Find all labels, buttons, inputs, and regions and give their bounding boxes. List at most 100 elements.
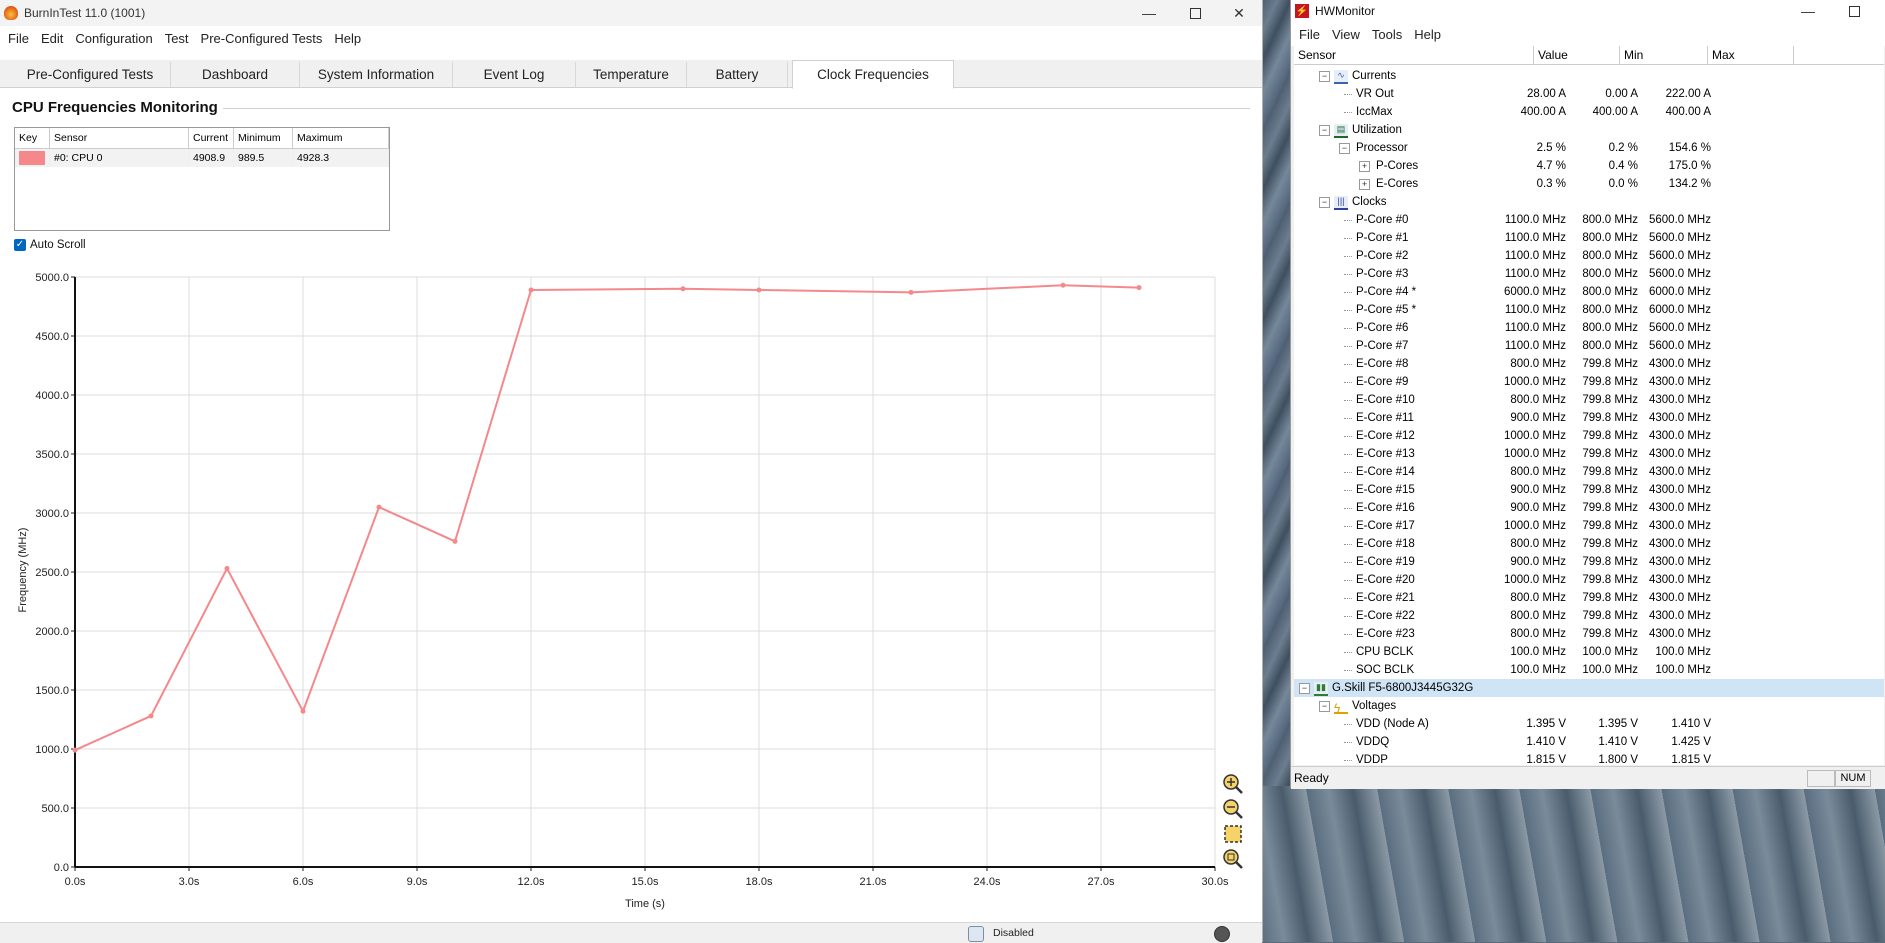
collapse-icon[interactable]: −	[1319, 197, 1330, 208]
sensor-value: 1.395 V	[1526, 718, 1566, 730]
col-maximum[interactable]: Maximum	[292, 128, 389, 149]
col-value[interactable]: Value	[1534, 46, 1620, 64]
tree-sensor-row[interactable]: + E-Cores 0.3 % 0.0 % 134.2 %	[1294, 175, 1884, 193]
hwm-menu-help[interactable]: Help	[1408, 27, 1447, 42]
hwm-minimize-button[interactable]: —	[1785, 0, 1831, 22]
currents-icon: ∿	[1334, 70, 1348, 84]
tree-sensor-row[interactable]: P-Core #0 1100.0 MHz 800.0 MHz 5600.0 MHz	[1294, 211, 1884, 229]
col-sensor[interactable]: Sensor	[1294, 46, 1534, 64]
maximize-button[interactable]	[1172, 0, 1218, 26]
tab-dashboard[interactable]: Dashboard	[171, 62, 300, 87]
tree-group-row[interactable]: − ||| Clocks	[1294, 193, 1884, 211]
x-tick-label: 21.0s	[860, 876, 887, 888]
zoom-in-button[interactable]	[1222, 773, 1244, 795]
menu-configuration[interactable]: Configuration	[69, 31, 158, 46]
tree-sensor-row[interactable]: P-Core #4 * 6000.0 MHz 800.0 MHz 6000.0 MHz	[1294, 283, 1884, 301]
tree-group-row[interactable]: − ∿ Currents	[1294, 67, 1884, 85]
collapse-icon[interactable]: −	[1319, 71, 1330, 82]
tree-connector	[1344, 472, 1352, 474]
tree-sensor-row[interactable]: IccMax 400.00 A 400.00 A 400.00 A	[1294, 103, 1884, 121]
sensor-min: 799.8 MHz	[1582, 484, 1638, 496]
menu-help[interactable]: Help	[328, 31, 367, 46]
col-min[interactable]: Min	[1620, 46, 1708, 64]
tree-sensor-row[interactable]: E-Core #23 800.0 MHz 799.8 MHz 4300.0 MHz	[1294, 625, 1884, 643]
zoom-fit-button[interactable]	[1222, 823, 1244, 845]
tab-temperature[interactable]: Temperature	[576, 62, 687, 87]
x-tick-label: 27.0s	[1088, 876, 1115, 888]
tree-sensor-row[interactable]: P-Core #5 * 1100.0 MHz 800.0 MHz 6000.0 MHz	[1294, 301, 1884, 319]
tree-sensor-row[interactable]: E-Core #10 800.0 MHz 799.8 MHz 4300.0 MHz	[1294, 391, 1884, 409]
hwm-maximize-button[interactable]	[1831, 0, 1877, 22]
zoom-reset-button[interactable]	[1222, 848, 1244, 870]
tree-sensor-row[interactable]: E-Core #16 900.0 MHz 799.8 MHz 4300.0 MHz	[1294, 499, 1884, 517]
tree-sensor-row[interactable]: − Processor 2.5 % 0.2 % 154.6 %	[1294, 139, 1884, 157]
tree-sensor-row[interactable]: + P-Cores 4.7 % 0.4 % 175.0 %	[1294, 157, 1884, 175]
tree-sensor-row[interactable]: E-Core #19 900.0 MHz 799.8 MHz 4300.0 MHz	[1294, 553, 1884, 571]
tab-clock-frequencies[interactable]: Clock Frequencies	[792, 60, 954, 89]
col-max[interactable]: Max	[1708, 46, 1794, 64]
menu-pre-configured-tests[interactable]: Pre-Configured Tests	[195, 31, 329, 46]
auto-scroll-checkbox[interactable]: ✓ Auto Scroll	[14, 239, 86, 251]
tree-group-row[interactable]: − ϟ Voltages	[1294, 697, 1884, 715]
tree-sensor-row[interactable]: VDDP 1.815 V 1.800 V 1.815 V	[1294, 751, 1884, 765]
menu-test[interactable]: Test	[159, 31, 195, 46]
series-point	[528, 287, 534, 293]
tab-battery[interactable]: Battery	[687, 62, 788, 87]
tree-sensor-row[interactable]: P-Core #1 1100.0 MHz 800.0 MHz 5600.0 MHz	[1294, 229, 1884, 247]
tree-sensor-row[interactable]: SOC BCLK 100.0 MHz 100.0 MHz 100.0 MHz	[1294, 661, 1884, 679]
tree-sensor-row[interactable]: E-Core #22 800.0 MHz 799.8 MHz 4300.0 MHz	[1294, 607, 1884, 625]
sensor-row[interactable]: #0: CPU 0 4908.9 989.5 4928.3	[15, 148, 389, 167]
tab-event-log[interactable]: Event Log	[453, 62, 576, 87]
tree-sensor-row[interactable]: E-Core #13 1000.0 MHz 799.8 MHz 4300.0 MHz	[1294, 445, 1884, 463]
hwm-menu-file[interactable]: File	[1293, 27, 1326, 42]
tab-pre-configured-tests[interactable]: Pre-Configured Tests	[10, 62, 171, 87]
sensor-max: 5600.0 MHz	[1648, 250, 1711, 262]
sensor-min: 799.8 MHz	[1582, 394, 1638, 406]
x-tick-label: 18.0s	[746, 876, 773, 888]
tree-sensor-row[interactable]: P-Core #6 1100.0 MHz 800.0 MHz 5600.0 MHz	[1294, 319, 1884, 337]
tree-sensor-row[interactable]: VR Out 28.00 A 0.00 A 222.00 A	[1294, 85, 1884, 103]
hwm-menu-view[interactable]: View	[1326, 27, 1366, 42]
series-point	[452, 538, 458, 544]
tree-sensor-row[interactable]: E-Core #15 900.0 MHz 799.8 MHz 4300.0 MHz	[1294, 481, 1884, 499]
sensor-max: 5600.0 MHz	[1648, 340, 1711, 352]
tree-sensor-row[interactable]: VDDQ 1.410 V 1.410 V 1.425 V	[1294, 733, 1884, 751]
tree-sensor-row[interactable]: E-Core #21 800.0 MHz 799.8 MHz 4300.0 MHz	[1294, 589, 1884, 607]
tree-device-row[interactable]: − ▮▮ G.Skill F5-6800J3445G32G	[1294, 679, 1884, 697]
zoom-out-button[interactable]	[1222, 798, 1244, 820]
tree-sensor-row[interactable]: E-Core #17 1000.0 MHz 799.8 MHz 4300.0 MHz	[1294, 517, 1884, 535]
sensor-max: 1.410 V	[1671, 718, 1711, 730]
collapse-icon[interactable]: −	[1319, 701, 1330, 712]
tree-sensor-row[interactable]: E-Core #9 1000.0 MHz 799.8 MHz 4300.0 MHz	[1294, 373, 1884, 391]
tab-system-information[interactable]: System Information	[300, 62, 453, 87]
col-minimum[interactable]: Minimum	[233, 128, 293, 149]
tree-sensor-row[interactable]: P-Core #2 1100.0 MHz 800.0 MHz 5600.0 MHz	[1294, 247, 1884, 265]
menu-file[interactable]: File	[2, 31, 35, 46]
tree-group-row[interactable]: − ▤ Utilization	[1294, 121, 1884, 139]
tree-sensor-row[interactable]: E-Core #8 800.0 MHz 799.8 MHz 4300.0 MHz	[1294, 355, 1884, 373]
tree-sensor-row[interactable]: E-Core #12 1000.0 MHz 799.8 MHz 4300.0 MHz	[1294, 427, 1884, 445]
hwm-sensor-tree: − ∿ Currents VR Out 28.00 A 0.00 A 222.00 A Icc…	[1294, 65, 1884, 765]
tree-sensor-row[interactable]: E-Core #20 1000.0 MHz 799.8 MHz 4300.0 MHz	[1294, 571, 1884, 589]
expand-icon[interactable]: +	[1359, 161, 1370, 172]
tree-sensor-row[interactable]: CPU BCLK 100.0 MHz 100.0 MHz 100.0 MHz	[1294, 643, 1884, 661]
sensor-label: E-Core #17	[1356, 520, 1415, 532]
tree-sensor-row[interactable]: P-Core #7 1100.0 MHz 800.0 MHz 5600.0 MHz	[1294, 337, 1884, 355]
tree-sensor-row[interactable]: P-Core #3 1100.0 MHz 800.0 MHz 5600.0 MHz	[1294, 265, 1884, 283]
collapse-icon[interactable]: −	[1339, 143, 1350, 154]
col-sensor[interactable]: Sensor	[49, 128, 189, 149]
expand-icon[interactable]: +	[1359, 179, 1370, 190]
col-key[interactable]: Key	[15, 128, 50, 149]
tree-sensor-row[interactable]: E-Core #11 900.0 MHz 799.8 MHz 4300.0 MHz	[1294, 409, 1884, 427]
menu-edit[interactable]: Edit	[35, 31, 69, 46]
minimize-button[interactable]: —	[1126, 0, 1172, 26]
col-current[interactable]: Current	[188, 128, 234, 149]
collapse-icon[interactable]: −	[1299, 683, 1310, 694]
tree-sensor-row[interactable]: E-Core #18 800.0 MHz 799.8 MHz 4300.0 MHz	[1294, 535, 1884, 553]
collapse-icon[interactable]: −	[1319, 125, 1330, 136]
desktop-background-lower	[1262, 786, 1885, 942]
hwm-menu-tools[interactable]: Tools	[1366, 27, 1408, 42]
tree-sensor-row[interactable]: VDD (Node A) 1.395 V 1.395 V 1.410 V	[1294, 715, 1884, 733]
close-button[interactable]: ✕	[1216, 0, 1262, 26]
tree-sensor-row[interactable]: E-Core #14 800.0 MHz 799.8 MHz 4300.0 MHz	[1294, 463, 1884, 481]
